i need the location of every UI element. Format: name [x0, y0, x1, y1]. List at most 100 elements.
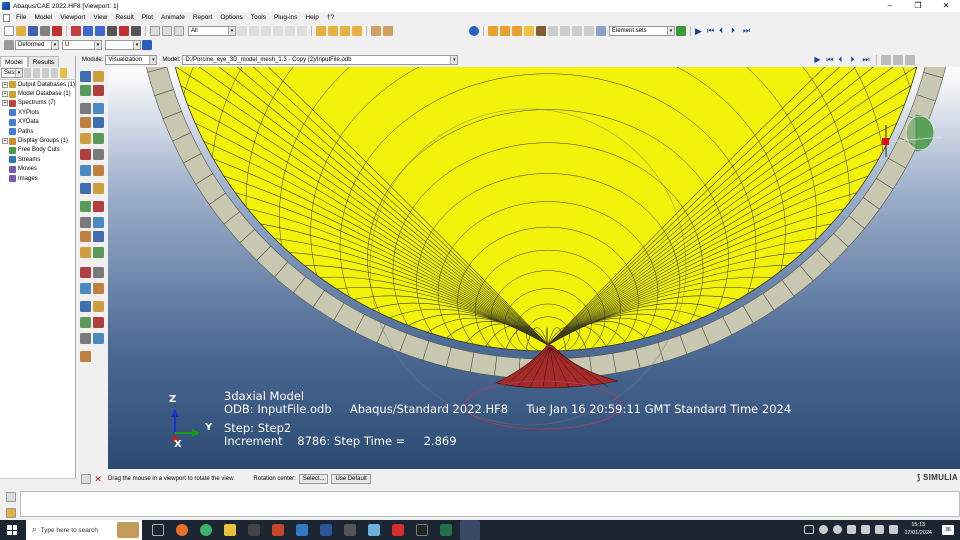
- toolbox-tool-icon[interactable]: [93, 85, 104, 96]
- save-icon[interactable]: [28, 26, 38, 36]
- tree-item[interactable]: XYPlots: [0, 108, 75, 117]
- toolbox-tool-icon[interactable]: [93, 231, 104, 242]
- deformed-combo[interactable]: Deformed ▾: [15, 40, 59, 50]
- toolbox-tool-icon[interactable]: [80, 267, 91, 278]
- camera-icon[interactable]: [893, 55, 904, 65]
- tree-horizontal-scrollbar[interactable]: [0, 478, 76, 487]
- network-icon[interactable]: [861, 525, 870, 534]
- expand-icon[interactable]: +: [2, 81, 8, 88]
- color-code-combo[interactable]: Element sets ▾: [609, 26, 675, 36]
- prev-frame-icon[interactable]: ⏴: [719, 26, 729, 36]
- toolbox-tool-icon[interactable]: [80, 183, 91, 194]
- probe-icon[interactable]: [536, 26, 546, 36]
- pan-icon[interactable]: [83, 26, 93, 36]
- reset-icon[interactable]: [572, 26, 582, 36]
- menu-result[interactable]: Result: [111, 14, 137, 21]
- python-console-icon[interactable]: [6, 508, 16, 518]
- menu-animate[interactable]: Animate: [157, 14, 189, 21]
- component-combo[interactable]: ▾: [105, 40, 141, 50]
- tree-item[interactable]: Free Body Cuts: [0, 146, 75, 155]
- viewport-canvas[interactable]: 3daxial Model ODB: InputFile.odb Abaqus/…: [108, 67, 960, 469]
- app-icon[interactable]: [344, 524, 356, 536]
- taskbar-clock[interactable]: 15:13 17/01/2024: [904, 522, 932, 537]
- color-code-icon-3[interactable]: [512, 26, 522, 36]
- toolbox-tool-icon[interactable]: [93, 283, 104, 294]
- field-variable-combo[interactable]: U ▾: [62, 40, 102, 50]
- open-file-icon[interactable]: [16, 26, 26, 36]
- play-icon[interactable]: ▶: [695, 26, 705, 36]
- auto-fit-icon[interactable]: [119, 26, 129, 36]
- first-step-icon[interactable]: ⏮: [826, 55, 836, 65]
- toolbox-tool-icon[interactable]: [93, 217, 104, 228]
- next-step-icon[interactable]: ⏵: [850, 55, 860, 65]
- message-log[interactable]: [20, 491, 960, 517]
- task-view-icon[interactable]: [152, 524, 164, 536]
- toolbox-tool-icon[interactable]: [93, 247, 104, 258]
- new-file-icon[interactable]: [4, 26, 14, 36]
- excel-icon[interactable]: [440, 524, 452, 536]
- tree-item[interactable]: + Model Database (1): [0, 89, 75, 98]
- file-explorer-icon[interactable]: [224, 524, 236, 536]
- tray-icon-3[interactable]: [847, 525, 856, 534]
- menu-plugins[interactable]: Plug-ins: [270, 14, 301, 21]
- toolbox-tool-icon[interactable]: [80, 103, 91, 114]
- toolbox-tool-icon[interactable]: [80, 85, 91, 96]
- toolbox-tool-icon[interactable]: [80, 71, 91, 82]
- pen-icon[interactable]: [889, 525, 898, 534]
- toolbox-tool-icon[interactable]: [93, 165, 104, 176]
- tab-model[interactable]: Model: [0, 56, 28, 67]
- play-animation-icon[interactable]: ▶: [814, 55, 824, 65]
- tree-item[interactable]: XYData: [0, 118, 75, 127]
- toolbox-tool-icon[interactable]: [93, 183, 104, 194]
- filter-icon-2[interactable]: [249, 26, 259, 36]
- toolbox-tool-icon[interactable]: [93, 201, 104, 212]
- refresh-icon[interactable]: [584, 26, 594, 36]
- perspective-icon[interactable]: [383, 26, 393, 36]
- last-frame-icon[interactable]: ⏭: [743, 26, 753, 36]
- translucency-icon[interactable]: [371, 26, 381, 36]
- color-code-icon[interactable]: [488, 26, 498, 36]
- expand-icon[interactable]: +: [2, 138, 8, 145]
- highlight-icon[interactable]: [60, 68, 67, 78]
- tree-item[interactable]: Paths: [0, 127, 75, 136]
- abaqus-active-icon[interactable]: [460, 520, 480, 540]
- model-combo[interactable]: D:/Porcine_eye_3D_model_mesh_1.3 - Copy …: [182, 55, 459, 65]
- powerpoint-icon[interactable]: [272, 524, 284, 536]
- toolbox-tool-icon[interactable]: [80, 201, 91, 212]
- menu-view[interactable]: View: [89, 14, 111, 21]
- menu-model[interactable]: Model: [30, 14, 56, 21]
- toolbox-tool-icon[interactable]: [80, 231, 91, 242]
- tray-icon-1[interactable]: [819, 525, 828, 534]
- toolbox-tool-icon[interactable]: [93, 267, 104, 278]
- session-combo[interactable]: Sessio ▾: [1, 68, 23, 78]
- toolbox-tool-icon[interactable]: [93, 149, 104, 160]
- render-style-icon[interactable]: [316, 26, 326, 36]
- viewport-link-icon[interactable]: [881, 55, 892, 65]
- toolbox-tool-icon[interactable]: [80, 133, 91, 144]
- tree-item[interactable]: Streams: [0, 155, 75, 164]
- zoom-icon[interactable]: [107, 26, 117, 36]
- message-tab-icon[interactable]: [6, 492, 16, 502]
- toolbox-tool-icon[interactable]: [80, 247, 91, 258]
- notes-icon[interactable]: [368, 524, 380, 536]
- collapse-icon[interactable]: [42, 68, 49, 78]
- minimize-button[interactable]: –: [876, 0, 904, 12]
- toolbox-tool-icon[interactable]: [93, 317, 104, 328]
- filter-icon-6[interactable]: [297, 26, 307, 36]
- hidden-icon[interactable]: [340, 26, 350, 36]
- menu-plot[interactable]: Plot: [138, 14, 157, 21]
- toolbox-tool-icon[interactable]: [80, 217, 91, 228]
- tree-item[interactable]: + Spectrums (7): [0, 99, 75, 108]
- toolbox-tool-icon[interactable]: [93, 117, 104, 128]
- expand-icon[interactable]: +: [2, 91, 8, 98]
- menu-viewport[interactable]: Viewport: [56, 14, 89, 21]
- maximize-button[interactable]: ❐: [904, 0, 932, 12]
- info-icon[interactable]: [469, 26, 479, 36]
- print-icon[interactable]: [40, 26, 50, 36]
- next-frame-icon[interactable]: ⏵: [731, 26, 741, 36]
- abaqus-taskbar-icon[interactable]: [248, 524, 260, 536]
- filter-icon[interactable]: [237, 26, 247, 36]
- tree-item[interactable]: Movies: [0, 165, 75, 174]
- select-icon[interactable]: [150, 26, 160, 36]
- toolbox-tool-icon[interactable]: [80, 165, 91, 176]
